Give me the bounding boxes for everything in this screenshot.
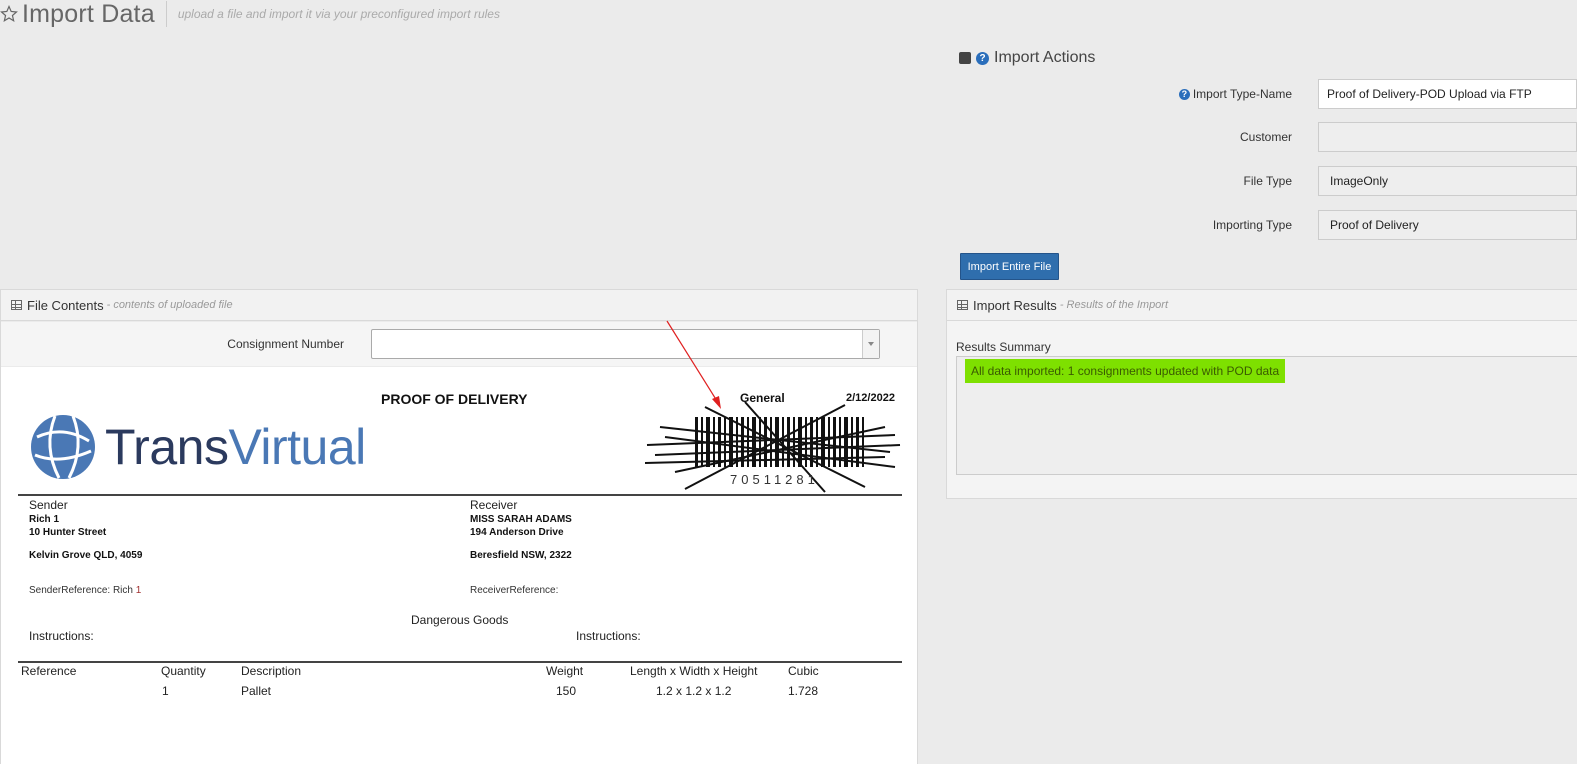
customer-field[interactable] (1318, 122, 1577, 152)
sender-address-line2: Kelvin Grove QLD, 4059 (29, 550, 143, 561)
pod-document-image: PROOF OF DELIVERY General 2/12/2022 Tran… (1, 320, 917, 764)
table-header: Length x Width x Height (630, 664, 758, 678)
receiver-address-line1: 194 Anderson Drive (470, 527, 564, 538)
customer-label: Customer (1239, 130, 1292, 144)
import-results-title: Import Results (973, 297, 1057, 313)
sender-heading: Sender (29, 498, 68, 512)
receiver-reference: ReceiverReference: (470, 585, 559, 596)
receiver-name: MISS SARAH ADAMS (470, 514, 572, 525)
file-type-row: File Type ImageOnly (1100, 166, 1577, 196)
file-type-field[interactable]: ImageOnly (1318, 166, 1577, 196)
table-cell: 150 (556, 684, 577, 698)
import-type-label: ? Import Type-Name (1100, 87, 1318, 101)
receiver-heading: Receiver (470, 498, 518, 512)
consignment-dropdown-toggle[interactable] (862, 330, 879, 358)
page-header: Import Data upload a file and import it … (0, 0, 500, 28)
import-results-subtitle: - Results of the Import (1059, 299, 1169, 311)
import-type-label-text: Import Type-Name (1192, 87, 1292, 101)
help-icon[interactable]: ? (1178, 88, 1190, 100)
table-header: Cubic (788, 664, 819, 678)
chevron-down-icon (868, 342, 874, 346)
table-header: Quantity (161, 664, 206, 678)
globe-logo-icon (31, 415, 95, 479)
table-cell: 1.2 x 1.2 x 1.2 (656, 684, 732, 698)
importing-type-row: Importing Type Proof of Delivery (1100, 210, 1577, 240)
results-success-message: All data imported: 1 consignments update… (965, 359, 1286, 383)
dangerous-goods: Dangerous Goods (411, 613, 509, 627)
import-actions-header: ? Import Actions (959, 49, 1095, 67)
import-actions-title: Import Actions (994, 49, 1096, 66)
file-contents-panel: File Contents - contents of uploaded fil… (0, 289, 918, 764)
table-icon (957, 300, 968, 310)
table-cell: 1 (162, 684, 169, 698)
table-cell: Pallet (241, 684, 272, 698)
header-divider (165, 1, 167, 27)
import-type-row: ? Import Type-Name Proof of Delivery-POD… (1100, 79, 1577, 109)
table-icon (11, 300, 22, 310)
logo-text: TransVirtual (105, 418, 366, 476)
import-entire-file-button[interactable]: Import Entire File (960, 253, 1059, 280)
logo-text-virtual: Virtual (228, 419, 366, 475)
importing-type-label: Importing Type (1212, 218, 1292, 232)
help-icon[interactable]: ? (976, 51, 989, 65)
pod-title: PROOF OF DELIVERY (381, 391, 528, 407)
logo-text-trans: Trans (105, 419, 229, 475)
consignment-label: Consignment Number (227, 337, 344, 351)
consignment-row: Consignment Number (1, 322, 917, 366)
collapse-square-icon[interactable] (959, 52, 971, 64)
results-summary-box[interactable]: All data imported: 1 consignments update… (956, 356, 1577, 475)
transvirtual-logo: TransVirtual (29, 411, 366, 483)
document-rule-top (18, 494, 902, 496)
star-icon[interactable] (0, 5, 18, 23)
sender-reference-label: SenderReference: Rich (29, 585, 136, 596)
table-header: Description (241, 664, 302, 678)
table-header: Reference (21, 664, 77, 678)
file-type-label: File Type (1243, 174, 1292, 188)
svg-text:70511281: 70511281 (730, 472, 819, 487)
sender-name: Rich 1 (29, 514, 60, 525)
file-contents-title: File Contents (27, 297, 104, 313)
sender-reference-value: 1 (135, 585, 142, 596)
import-results-header: Import Results - Results of the Import (947, 290, 1577, 321)
instructions-left: Instructions: (29, 629, 94, 643)
instructions-right: Instructions: (576, 629, 641, 643)
receiver-address-line2: Beresfield NSW, 2322 (470, 550, 572, 561)
import-type-field[interactable]: Proof of Delivery-POD Upload via FTP (1318, 79, 1577, 109)
import-results-panel: Import Results - Results of the Import R… (946, 289, 1577, 499)
page-title: Import Data (22, 0, 155, 28)
page-subtitle: upload a file and import it via your pre… (177, 7, 500, 21)
importing-type-field[interactable]: Proof of Delivery (1318, 210, 1577, 240)
table-header: Weight (546, 664, 584, 678)
sender-reference: SenderReference: Rich 1 (29, 585, 141, 596)
red-arrow-annotation (666, 320, 721, 409)
sender-address-line1: 10 Hunter Street (29, 527, 107, 538)
document-rule-bottom (18, 661, 902, 663)
table-cell: 1.728 (788, 684, 819, 698)
consignment-select[interactable] (371, 329, 880, 359)
results-summary-label: Results Summary (956, 340, 1051, 354)
file-contents-header: File Contents - contents of uploaded fil… (1, 290, 917, 321)
customer-row: Customer (1100, 122, 1577, 152)
file-contents-subtitle: - contents of uploaded file (106, 299, 233, 311)
